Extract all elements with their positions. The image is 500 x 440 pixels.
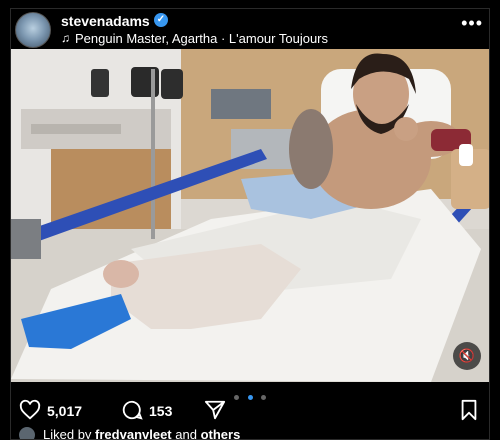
post-photo[interactable]: 🔇 [11,49,489,382]
music-note-icon: ♫ [61,31,70,45]
like-count[interactable]: 5,017 [47,403,82,419]
audio-track-label[interactable]: Penguin Master, Agartha · L'amour Toujou… [75,31,328,46]
hospital-photo [11,49,489,382]
action-bar: 5,017 153 [11,399,489,423]
carousel-indicator [11,387,489,400]
bookmark-icon[interactable] [459,399,479,421]
post-card: stevenadams ✓ ♫ Penguin Master, Agartha … [10,8,490,440]
comment-icon[interactable] [121,399,143,421]
username[interactable]: stevenadams [61,13,150,29]
more-options-icon[interactable]: ••• [461,13,483,34]
mute-toggle-button[interactable]: 🔇 [453,342,481,370]
send-icon[interactable] [203,399,227,421]
verified-badge-icon: ✓ [154,13,168,27]
liker-username[interactable]: fredvanvleet [95,427,172,439]
profile-avatar[interactable] [15,12,51,48]
comment-count[interactable]: 153 [149,403,172,419]
liker-avatar [19,427,35,439]
speaker-muted-icon: 🔇 [458,348,476,363]
heart-icon[interactable] [19,399,41,421]
post-header: stevenadams ✓ ♫ Penguin Master, Agartha … [11,9,489,49]
liked-by-text[interactable]: Liked by fredvanvleet and others [43,427,241,439]
liked-by-row: Liked by fredvanvleet and others [11,427,489,439]
likers-others-link[interactable]: others [201,427,241,439]
